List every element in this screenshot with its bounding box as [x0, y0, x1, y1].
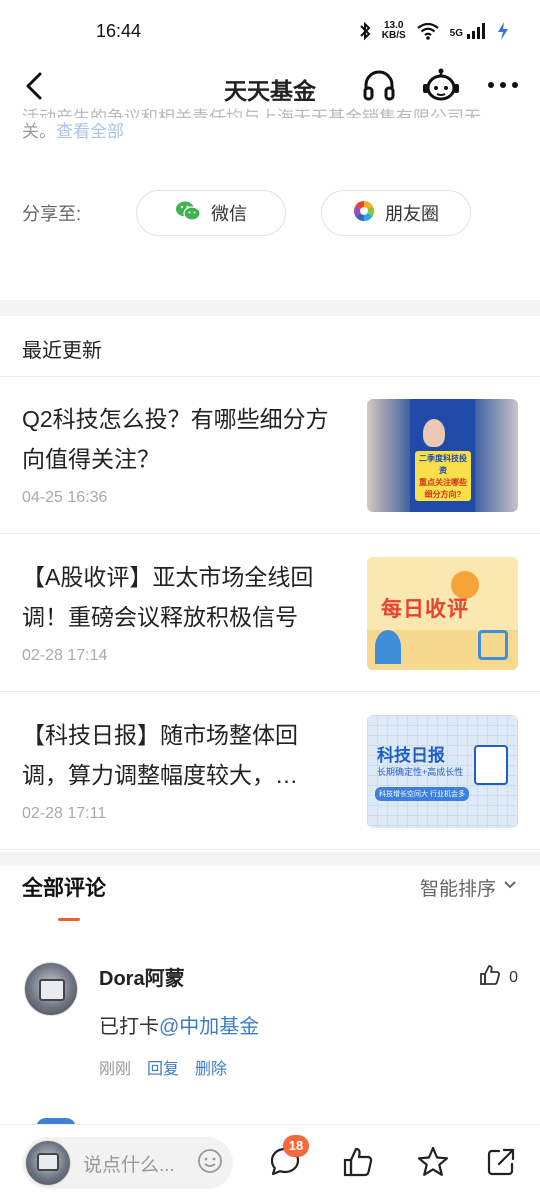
comments-header: 全部评论 智能排序 — [22, 872, 518, 922]
share-wechat-label: 微信 — [211, 204, 247, 224]
comment-meta: 刚刚 回复 删除 — [99, 1055, 227, 1079]
network-type: 5G — [449, 28, 463, 39]
bottom-bar: 说点什么... — [0, 1124, 540, 1200]
article-time: 04-25 16:36 — [22, 489, 108, 506]
thumb-caption: 二季度科技投资 重点关注哪些 细分方向? — [415, 451, 471, 501]
more-icon[interactable] — [484, 66, 522, 104]
thumb-tag: 科技增长空间大 行业机会多 — [375, 787, 469, 801]
like-button[interactable]: 0 — [479, 964, 518, 991]
disclaimer-line1: 活动产生的争议和相关责任均与上海天天基金销售有限公司无 — [22, 108, 481, 118]
customer-service-icon[interactable] — [422, 66, 460, 104]
avatar — [25, 1140, 71, 1186]
nav-actions — [360, 66, 522, 104]
thumb-plant — [375, 630, 401, 664]
avatar-window — [37, 1153, 59, 1171]
disclaimer: 活动产生的争议和相关责任均与上海天天基金销售有限公司无 关。查看全部 — [22, 104, 518, 160]
comment-input[interactable]: 说点什么... — [22, 1137, 233, 1189]
thumb-subcaption: 长期确定性+高成长性 — [377, 767, 464, 777]
thumbs-up-icon[interactable] — [341, 1145, 375, 1179]
comment-username[interactable]: Dora阿蒙 — [99, 962, 185, 991]
reply-button[interactable]: 回复 — [147, 1055, 179, 1079]
thumb-caption: 科技日报 — [377, 746, 445, 765]
thumb-line: 细分方向? — [424, 490, 462, 499]
chevron-down-icon — [502, 877, 518, 899]
battery-charging-icon — [496, 21, 510, 41]
moments-icon — [353, 200, 375, 227]
thumb-line: 二季度科技投资 — [419, 454, 467, 475]
comment-item: Dora阿蒙 0 已打卡@中加基金 刚刚 回复 删除 — [22, 960, 518, 1100]
recent-updates-title: 最近更新 — [22, 340, 102, 362]
emoji-icon[interactable] — [197, 1148, 223, 1179]
mention-link[interactable]: @中加基金 — [159, 1016, 259, 1038]
thumb-line: 重点关注哪些 — [419, 478, 467, 487]
net-speed: 13.0 KB/S — [382, 21, 406, 41]
disclaimer-text: 关。 — [22, 122, 56, 141]
comment-time: 刚刚 — [99, 1061, 132, 1078]
back-icon[interactable] — [18, 68, 54, 104]
comment-body: 已打卡 — [99, 1016, 159, 1038]
share-moments-button[interactable]: 朋友圈 — [321, 190, 471, 236]
star-icon[interactable] — [416, 1145, 450, 1179]
article-time: 02-28 17:11 — [22, 805, 107, 822]
section-spacer — [0, 852, 540, 866]
headphones-icon[interactable] — [360, 66, 398, 104]
article-title: 【科技日报】随市场整体回调，算力调整幅度较大，… — [22, 722, 298, 788]
share-icon[interactable] — [484, 1145, 518, 1179]
article-title: 【A股收评】亚太市场全线回调！重磅会议释放积极信号 — [22, 564, 314, 630]
disclaimer-line2: 关。查看全部 — [22, 118, 518, 146]
comment-text: 已打卡@中加基金 — [99, 1010, 259, 1039]
share-wechat-button[interactable]: 微信 — [136, 190, 286, 236]
thumb-caption: 每日收评 — [381, 598, 469, 621]
article-item[interactable]: 【科技日报】随市场整体回调，算力调整幅度较大，… 02-28 17:11 科技日… — [0, 693, 540, 850]
status-time: 16:44 — [96, 20, 142, 41]
status-icons: 13.0 KB/S 5G — [358, 21, 510, 41]
avatar-window — [39, 979, 65, 1001]
net-speed-unit: KB/S — [381, 30, 406, 41]
article-time: 02-28 17:14 — [22, 647, 108, 664]
wechat-icon — [175, 200, 201, 227]
comments-title[interactable]: 全部评论 — [22, 877, 106, 900]
sort-label: 智能排序 — [419, 879, 496, 900]
share-moments-label: 朋友圈 — [385, 204, 439, 224]
thumb-doc — [474, 745, 508, 785]
sort-dropdown[interactable]: 智能排序 — [420, 874, 518, 901]
section-spacer — [0, 300, 540, 316]
article-item[interactable]: Q2科技怎么投？有哪些细分方向值得关注？ 04-25 16:36 二季度科技投资… — [0, 377, 540, 534]
delete-button[interactable]: 删除 — [195, 1055, 227, 1079]
comment-count-badge: 18 — [283, 1135, 309, 1157]
article-item[interactable]: 【A股收评】亚太市场全线回调！重磅会议释放积极信号 02-28 17:14 每日… — [0, 535, 540, 692]
like-count: 0 — [509, 968, 518, 986]
avatar[interactable] — [24, 962, 78, 1016]
status-bar: 16:44 13.0 KB/S 5G — [0, 0, 540, 62]
article-thumbnail: 二季度科技投资 重点关注哪些 细分方向? — [367, 399, 518, 512]
thumb-person — [423, 419, 445, 447]
comment-placeholder: 说点什么... — [83, 1154, 175, 1176]
thumb-box — [478, 630, 508, 660]
tab-indicator — [58, 918, 80, 921]
article-title: Q2科技怎么投？有哪些细分方向值得关注？ — [22, 406, 329, 472]
wifi-icon — [416, 22, 440, 40]
share-row: 分享至: 微信 朋友圈 — [22, 190, 518, 236]
signal-icon: 5G — [450, 23, 486, 39]
article-thumbnail: 每日收评 — [367, 557, 518, 670]
view-all-link[interactable]: 查看全部 — [56, 122, 124, 141]
bluetooth-icon — [358, 21, 372, 41]
article-thumbnail: 科技日报 长期确定性+高成长性 科技增长空间大 行业机会多 — [367, 715, 518, 828]
share-label: 分享至: — [22, 204, 82, 224]
thumbs-up-icon — [479, 964, 501, 991]
